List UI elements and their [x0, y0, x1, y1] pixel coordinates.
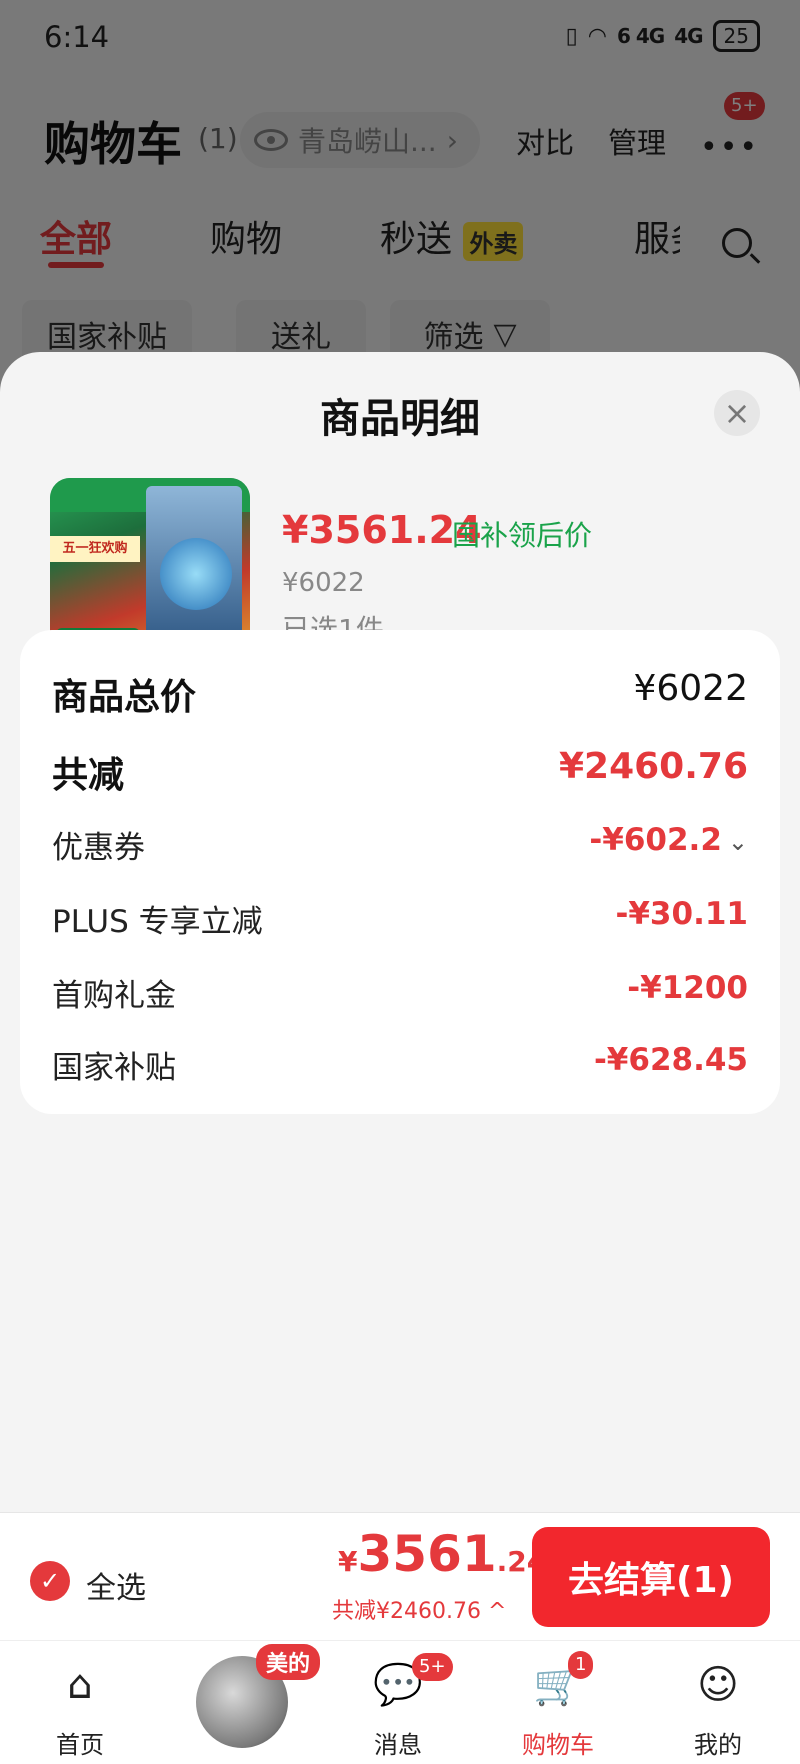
select-all-label[interactable]: 全选	[86, 1563, 146, 1607]
price-summary-card: 商品总价 ¥6022 共减 ¥2460.76 优惠券 -¥602.2 ⌄ PLUS…	[20, 630, 780, 1114]
summary-row-coupon[interactable]: 优惠券 -¥602.2 ⌄	[52, 822, 748, 872]
saved-amount-toggle[interactable]: 共减¥2460.76 ^	[332, 1593, 506, 1625]
checkout-price: ¥3561.24	[338, 1525, 546, 1583]
sheet-title: 商品明细	[320, 396, 480, 442]
original-price: ¥6022	[282, 568, 365, 598]
cart-badge: 1	[568, 1651, 594, 1679]
nav-home[interactable]: ⌂ 首页	[20, 1641, 140, 1764]
total-label: 商品总价	[52, 677, 197, 718]
subsidy-label: 国家补贴	[52, 1050, 176, 1086]
nav-mine[interactable]: ☺ 我的	[658, 1641, 778, 1764]
subsidy-value: -¥628.45	[593, 1042, 748, 1078]
close-button[interactable]: ×	[714, 390, 760, 436]
select-all-checkbox[interactable]: ✓	[30, 1561, 70, 1601]
first-gift-label: 首购礼金	[52, 978, 176, 1014]
bottom-nav: ⌂ 首页 💬 消息 5+ 🛒 购物车 1 ☺ 我的	[0, 1640, 800, 1764]
coupon-value: -¥602.2	[589, 822, 722, 858]
plus-label: PLUS 专享立减	[52, 904, 263, 940]
image-promo-text: 五一狂欢购	[50, 536, 140, 562]
coupon-value-wrap: -¥602.2 ⌄	[589, 822, 748, 858]
price-currency: ¥	[338, 1545, 358, 1578]
nav-cart[interactable]: 🛒 购物车 1	[498, 1641, 618, 1764]
summary-row-subsidy: 国家补贴 -¥628.45	[52, 1042, 748, 1092]
reduce-value: ¥2460.76	[558, 746, 748, 787]
checkout-button[interactable]: 去结算(1)	[532, 1527, 770, 1627]
reduce-label: 共减	[52, 755, 125, 796]
promo-badge: 美的	[256, 1644, 321, 1680]
nav-mine-label: 我的	[694, 1731, 742, 1759]
user-icon: ☺	[697, 1662, 739, 1708]
coupon-label: 优惠券	[52, 830, 145, 866]
price-integer: 3561	[357, 1525, 497, 1583]
product-item: 五一狂欢购 4099 ¥3561.24 国补领后价 ¥6022 已选1件	[50, 478, 750, 678]
chevron-down-icon[interactable]: ⌄	[728, 828, 748, 856]
total-value: ¥6022	[633, 668, 748, 709]
summary-row-reduce: 共减 ¥2460.76	[52, 746, 748, 796]
messages-badge: 5+	[412, 1653, 453, 1681]
checkout-bar: ✓ 全选 ¥3561.24 共减¥2460.76 ^ 去结算(1)	[0, 1512, 800, 1640]
close-icon: ×	[723, 394, 751, 432]
summary-row-first-gift: 首购礼金 -¥1200	[52, 970, 748, 1020]
nav-home-label: 首页	[56, 1731, 104, 1759]
product-detail-sheet: 商品明细 × 五一狂欢购 4099 ¥3561.24 国补领后价 ¥6022 已…	[0, 352, 800, 1512]
summary-row-plus: PLUS 专享立减 -¥30.11	[52, 896, 748, 946]
nav-messages[interactable]: 💬 消息 5+	[338, 1641, 458, 1764]
summary-row-total: 商品总价 ¥6022	[52, 668, 748, 718]
price-note: 国补领后价	[452, 519, 593, 552]
nav-cart-label: 购物车	[522, 1731, 594, 1759]
first-gift-value: -¥1200	[627, 970, 748, 1006]
plus-value: -¥30.11	[615, 896, 749, 932]
nav-messages-label: 消息	[374, 1731, 422, 1759]
home-icon: ⌂	[67, 1662, 93, 1708]
